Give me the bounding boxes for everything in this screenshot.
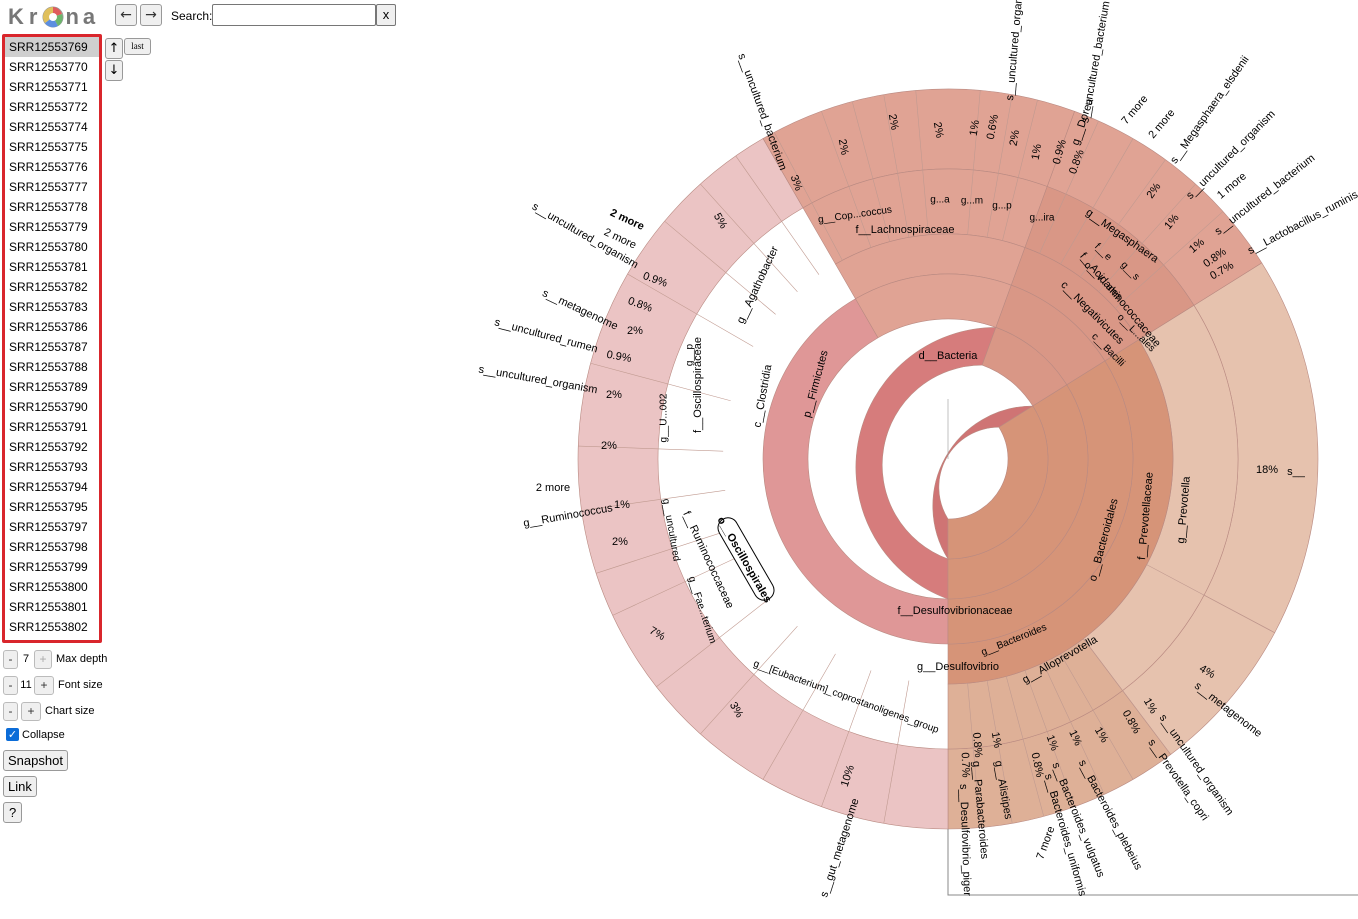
sunburst-chart[interactable]: d__Bacteriap__Firmicutesc__Clostridiao__… (0, 0, 1358, 919)
collapsed-more-label: 2 more (1146, 107, 1177, 141)
family-label: f__Lachnospiraceae (855, 224, 954, 236)
species-percent-label: 2% (627, 325, 643, 337)
species-label: s__uncultured_organis (1004, 0, 1026, 101)
genus-label: g...m (961, 196, 983, 207)
collapsed-more-label: 2 more (536, 482, 570, 494)
genus-label: g...ira (1029, 213, 1054, 224)
collapsed-more-label: 7 more (1119, 93, 1150, 127)
genus-label: g__U...002 (659, 393, 670, 442)
kingdom-label: d__Bacteria (919, 350, 979, 362)
species-percent-label: 18% (1256, 464, 1278, 476)
collapsed-more-label: 7 more (1034, 825, 1057, 861)
genus-label: g...p (992, 201, 1012, 212)
species-percent-label: 2% (601, 440, 617, 452)
species-percent-label: 0.8% (970, 732, 984, 758)
species-label: s__uncultured_organism (478, 364, 599, 397)
collapsed-more-label: 1 more (1215, 170, 1249, 201)
chart-frame-line (947, 829, 1358, 896)
family-label: f__Desulfovibrionaceae (898, 605, 1013, 617)
species-percent-label: 1% (614, 499, 630, 511)
species-label: s__metagenome (540, 287, 619, 333)
species-percent-label: 2% (606, 389, 622, 401)
genus-label: g__p (685, 343, 696, 366)
species-label: s__uncultured_rumen (493, 316, 599, 355)
genus-label: g__Desulfovibrio (917, 661, 999, 673)
species-percent-label: 2% (612, 536, 628, 548)
species-label: s__uncultured_bacterium (1079, 0, 1112, 124)
species-label: s__ (1287, 466, 1306, 478)
species-percent-label: 0.7% (959, 752, 972, 778)
genus-label: g...a (930, 195, 950, 206)
species-label: s__Desulfovibrio_piger (957, 784, 973, 897)
